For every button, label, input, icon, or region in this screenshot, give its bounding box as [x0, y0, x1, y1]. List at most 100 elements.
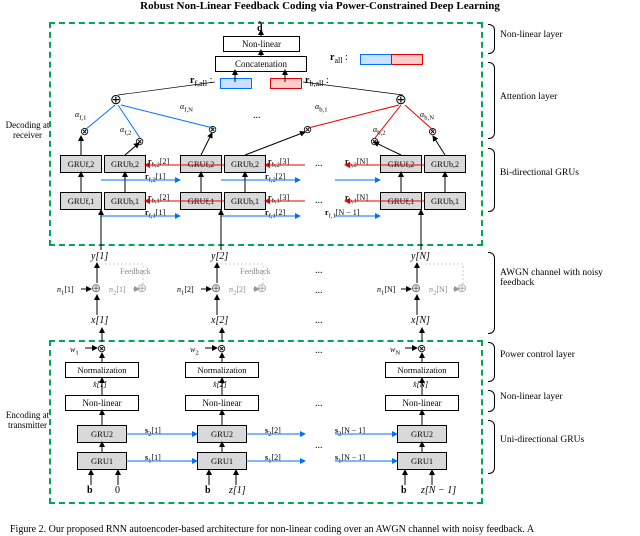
- legend-rf-box: [360, 54, 392, 65]
- ellipsis-bigru1: ...: [315, 195, 323, 206]
- concat-box: Concatenation: [215, 56, 307, 72]
- gru2-1: GRU2: [77, 425, 127, 443]
- rf1-N1-lbl: rf,1[N − 1]: [325, 208, 359, 220]
- nonlinear-decoder-box: Non-linear: [223, 36, 300, 52]
- ellipsis-x: ...: [315, 315, 323, 326]
- lbl-unigru: Uni-directional GRUs: [500, 435, 630, 445]
- rb1-N-lbl: rb,1[N]: [345, 193, 368, 205]
- ellipsis-bigru2: ...: [315, 158, 323, 169]
- plus-ch-1a: ⊕: [91, 281, 101, 296]
- otimes-b1: ⊗: [303, 123, 312, 136]
- lbl-awgn: AWGN channel with noisy feedback: [500, 268, 630, 288]
- otimes-bN: ⊗: [428, 125, 437, 138]
- otimes-b2: ⊗: [370, 135, 379, 148]
- plus-ch-1b: ⊕: [137, 281, 147, 296]
- gru-f1-1: GRUf,1: [60, 192, 102, 210]
- lbl-power: Power control layer: [500, 350, 630, 360]
- feedback-1: Feedback: [120, 267, 151, 276]
- otimes-wN: ⊗: [417, 342, 426, 355]
- architecture-diagram: Decoding at receiver Encoding at transmi…: [15, 20, 485, 510]
- n1-N: n1[N]: [377, 285, 395, 297]
- gru-f2-2: GRUf,2: [180, 155, 222, 173]
- rb-all-box: [270, 78, 302, 89]
- x2: x[2]: [211, 315, 228, 326]
- rb1-2-lbl: rb,1[2]: [148, 193, 169, 205]
- s2-2: s2[2]: [265, 426, 281, 438]
- gru-b1-2: GRUb,1: [224, 192, 266, 210]
- w2: w2: [190, 345, 199, 357]
- plus-left: ⊕: [110, 92, 122, 109]
- alpha-fN: αf,N: [180, 102, 193, 114]
- gru-b1-1: GRUb,1: [104, 192, 146, 210]
- paper-title: Robust Non-Linear Feedback Coding via Po…: [0, 0, 640, 12]
- y2: y[2]: [211, 251, 228, 262]
- otimes-w1: ⊗: [97, 342, 106, 355]
- alpha-f1: αf,1: [75, 110, 86, 122]
- figure-caption: Figure 2. Our proposed RNN autoencoder-b…: [10, 524, 630, 535]
- lbl-nonlin-dec: Non-linear layer: [500, 30, 630, 40]
- rf-all-box: [220, 78, 252, 89]
- lbl-attn: Attention layer: [500, 92, 630, 102]
- nonlin-enc-N: Non-linear: [385, 395, 459, 411]
- xh2: x̂[2]: [213, 380, 227, 389]
- ellipsis-noise: ...: [315, 285, 323, 296]
- z1: z[1]: [229, 485, 246, 496]
- gru-b2-N: GRUb,2: [424, 155, 466, 173]
- s2-N1: s2[N − 1]: [335, 426, 365, 438]
- brace-bigru: [488, 148, 495, 212]
- b-2: b: [205, 485, 211, 496]
- plus-right: ⊕: [395, 92, 407, 109]
- feedback-2: Feedback: [240, 267, 271, 276]
- gru2-2: GRU2: [197, 425, 247, 443]
- gru-f2-1: GRUf,2: [60, 155, 102, 173]
- plus-ch-2a: ⊕: [211, 281, 221, 296]
- b-N: b: [401, 485, 407, 496]
- brace-attn: [488, 62, 495, 139]
- rb2-N-lbl: rb,2[N]: [345, 157, 368, 169]
- brace-nonlin-dec: [488, 24, 495, 54]
- rb2-3-lbl: rb,2[3]: [268, 157, 289, 169]
- w1: w1: [70, 345, 79, 357]
- rb2-2-lbl: rb,2[2]: [148, 157, 169, 169]
- norm-N: Normalization: [385, 362, 459, 378]
- nonlin-enc-2: Non-linear: [185, 395, 259, 411]
- alpha-b1: αb,1: [315, 102, 328, 114]
- s1-2: s1[2]: [265, 453, 281, 465]
- plus-ch-2b: ⊕: [257, 281, 267, 296]
- otimes-f2: ⊗: [135, 135, 144, 148]
- ellipsis-enc: ...: [315, 398, 323, 409]
- encoding-label: Encoding at transmitter: [5, 410, 50, 430]
- plus-ch-Na: ⊕: [411, 281, 421, 296]
- rb1-3-lbl: rb,1[3]: [268, 193, 289, 205]
- lbl-bigru: Bi-directional GRUs: [500, 168, 630, 178]
- n2-1: n2[1]: [109, 285, 126, 297]
- rb-all-label: rb,all :: [305, 75, 329, 88]
- alpha-bN: αb,N: [420, 110, 434, 122]
- decoding-label: Decoding at receiver: [5, 120, 50, 140]
- otimes-w2: ⊗: [217, 342, 226, 355]
- rf2-2-lbl: rf,2[2]: [265, 172, 285, 184]
- gru-f1-N: GRUf,1: [380, 192, 422, 210]
- legend-rb-box: [391, 54, 423, 65]
- yN: y[N]: [411, 251, 430, 262]
- gru-b2-2: GRUb,2: [224, 155, 266, 173]
- wN: wN: [390, 345, 400, 357]
- x1: x[1]: [91, 315, 108, 326]
- gru-b2-1: GRUb,2: [104, 155, 146, 173]
- ellipsis-w: ...: [315, 345, 323, 356]
- s1-N1: s1[N − 1]: [335, 453, 365, 465]
- ellipsis-attn: ...: [253, 110, 261, 121]
- brace-power: [488, 342, 495, 382]
- gru2-N: GRU2: [397, 425, 447, 443]
- otimes-fN: ⊗: [208, 123, 217, 136]
- gru1-1: GRU1: [77, 452, 127, 470]
- zN1: z[N − 1]: [421, 485, 456, 496]
- gru-f1-2: GRUf,1: [180, 192, 222, 210]
- alpha-f2: αf,2: [120, 125, 131, 137]
- brace-unigru: [488, 420, 495, 474]
- brace-awgn: [488, 252, 495, 334]
- norm-2: Normalization: [185, 362, 259, 378]
- r-all-label: rall :: [330, 52, 348, 65]
- d-hat-output: d̂: [257, 23, 263, 34]
- plus-ch-Nb: ⊕: [457, 281, 467, 296]
